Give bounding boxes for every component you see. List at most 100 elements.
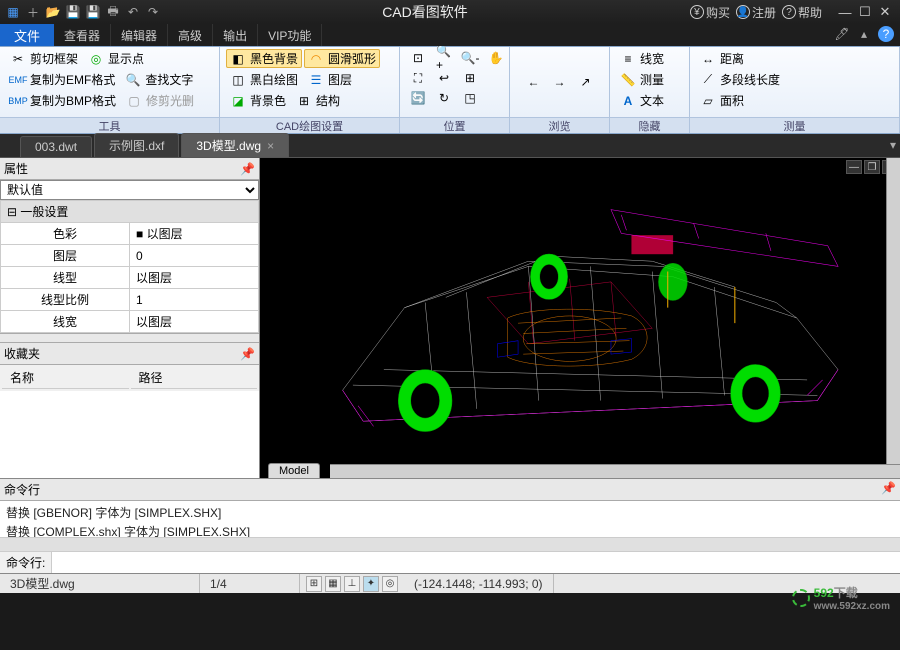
zoomall-icon: ⊞ (462, 70, 478, 86)
help-link[interactable]: ?帮助 (782, 4, 822, 21)
pin-icon[interactable]: 📌 (240, 347, 255, 361)
zoom-out-button[interactable]: 🔍- (458, 49, 482, 67)
area-button[interactable]: ▱面积 (696, 91, 893, 110)
bw-draw-button[interactable]: ◫黑白绘图 (226, 70, 302, 89)
pin-icon[interactable]: 📌 (881, 481, 896, 498)
ortho-button[interactable]: ⊥ (344, 576, 360, 592)
tab-close-icon[interactable]: × (267, 139, 274, 153)
pan-button[interactable]: ✋ (484, 49, 508, 67)
vp-minimize-icon[interactable]: — (846, 160, 862, 174)
tab-2[interactable]: 3D模型.dwg× (181, 133, 289, 157)
copy-bmp-button[interactable]: BMP复制为BMP格式 (6, 91, 120, 110)
bw-icon: ◫ (230, 72, 246, 88)
smooth-arc-button[interactable]: ◠圆滑弧形 (304, 49, 380, 68)
zoom-all-button[interactable]: ⊞ (458, 69, 482, 87)
nav-right-button[interactable]: → (548, 73, 572, 91)
polylen-icon: ⟋ (700, 72, 716, 88)
zoom-prev-button[interactable]: ↩ (432, 69, 456, 87)
text-button[interactable]: A文本 (616, 91, 683, 110)
show-point-button[interactable]: ◎显示点 (84, 49, 148, 68)
print-icon[interactable]: 🖶 (104, 3, 122, 21)
menu-output[interactable]: 输出 (213, 24, 258, 46)
close-icon[interactable]: ✕ (876, 3, 894, 21)
cmd-title: 命令行 (4, 481, 40, 498)
buy-link[interactable]: ¥购买 (690, 4, 730, 21)
minimize-icon[interactable]: — (836, 3, 854, 21)
save-icon[interactable]: 💾 (64, 3, 82, 21)
vp-restore-icon[interactable]: ❐ (864, 160, 880, 174)
pen-icon[interactable]: 🖊 (834, 26, 850, 42)
pin-icon[interactable]: 📌 (240, 162, 255, 176)
zoom-in-button[interactable]: 🔍+ (432, 49, 456, 67)
zoom-window-button[interactable]: ⊡ (406, 49, 430, 67)
navopen-icon: ↗ (578, 74, 594, 90)
viewport-scrollbar-v[interactable] (886, 158, 900, 464)
group-measure-label: 测量 (690, 117, 899, 133)
help-small-icon[interactable]: ? (878, 26, 894, 42)
polar-button[interactable]: ✦ (363, 576, 379, 592)
menu-editor[interactable]: 编辑器 (111, 24, 168, 46)
undo-icon[interactable]: ↶ (124, 3, 142, 21)
osnap-button[interactable]: ◎ (382, 576, 398, 592)
ribbon: ✂剪切框架 ◎显示点 EMF复制为EMF格式 🔍查找文字 BMP复制为BMP格式… (0, 46, 900, 134)
black-bg-button[interactable]: ◧黑色背景 (226, 49, 302, 68)
viewport[interactable]: — ❐ ✕ (260, 158, 900, 478)
titlebar: ▦ ＋ 📂 💾 💾 🖶 ↶ ↷ CAD看图软件 ¥购买 👤注册 ?帮助 — ☐ … (0, 0, 900, 24)
copy-emf-button[interactable]: EMF复制为EMF格式 (6, 70, 119, 89)
app-icon: ▦ (4, 3, 22, 21)
zoom-extents-button[interactable]: ⛶ (406, 69, 430, 87)
register-link[interactable]: 👤注册 (736, 4, 776, 21)
model-tab[interactable]: Model (268, 463, 320, 478)
rotate3d-icon: 🔄 (410, 90, 426, 106)
nav-left-button[interactable]: ← (522, 73, 546, 91)
find-text-button[interactable]: 🔍查找文字 (121, 70, 197, 89)
viewcube-button[interactable]: ◳ (458, 89, 482, 107)
zoomprev-icon: ↩ (436, 70, 452, 86)
bg-color-button[interactable]: ◪背景色 (226, 91, 290, 110)
distance-button[interactable]: ↔距离 (696, 49, 893, 68)
cmd-input[interactable] (52, 552, 900, 573)
saveas-icon[interactable]: 💾 (84, 3, 102, 21)
cmd-prompt: 命令行: (0, 552, 52, 573)
grid-button[interactable]: ▦ (325, 576, 341, 592)
menu-file[interactable]: 文件 (0, 24, 54, 46)
tab-1[interactable]: 示例图.dxf (94, 133, 179, 157)
nav-open-button[interactable]: ↗ (574, 73, 598, 91)
maximize-icon[interactable]: ☐ (856, 3, 874, 21)
polylen-button[interactable]: ⟋多段线长度 (696, 70, 893, 89)
document-tabs: 003.dwt 示例图.dxf 3D模型.dwg× ▾ (0, 134, 900, 158)
cmd-scrollbar[interactable] (0, 537, 900, 551)
redo-icon[interactable]: ↷ (144, 3, 162, 21)
tabs-dropdown-icon[interactable]: ▾ (890, 138, 896, 152)
menu-advanced[interactable]: 高级 (168, 24, 213, 46)
layers-button[interactable]: ☰图层 (304, 70, 356, 89)
open-icon[interactable]: 📂 (44, 3, 62, 21)
struct-button[interactable]: ⊞结构 (292, 91, 344, 110)
snap-button[interactable]: ⊞ (306, 576, 322, 592)
arrowleft-icon: ← (526, 74, 542, 90)
expand-icon[interactable]: ▴ (856, 26, 872, 42)
viewport-scrollbar-h[interactable] (330, 464, 900, 478)
tab-0[interactable]: 003.dwt (20, 136, 92, 157)
layers-icon: ☰ (308, 72, 324, 88)
trim-frame-button[interactable]: ✂剪切框架 (6, 49, 82, 68)
group-pos-label: 位置 (400, 117, 509, 133)
measure-button[interactable]: 📏测量 (616, 70, 683, 89)
side-panel: 属性📌 默认值 ⊟ 一般设置 色彩■ 以图层 图层0 线型以图层 线型比例1 线… (0, 158, 260, 478)
struct-icon: ⊞ (296, 93, 312, 109)
trim-light-button[interactable]: ▢修剪光删 (122, 91, 198, 110)
pan-icon: ✋ (488, 50, 504, 66)
props-default-select[interactable]: 默认值 (0, 180, 259, 200)
search-icon: 🔍 (125, 72, 141, 88)
linewidth-button[interactable]: ≡线宽 (616, 49, 683, 68)
cube-icon: ◳ (462, 90, 478, 106)
new-icon[interactable]: ＋ (24, 3, 42, 21)
fav-col-name: 名称 (2, 367, 129, 389)
zoomwin-icon: ⊡ (410, 50, 426, 66)
rotate3d-button[interactable]: 🔄 (406, 89, 430, 107)
status-file: 3D模型.dwg (0, 574, 200, 593)
menu-viewer[interactable]: 查看器 (54, 24, 111, 46)
menu-vip[interactable]: VIP功能 (258, 24, 322, 46)
status-scale: 1/4 (200, 574, 300, 593)
orbit-button[interactable]: ↻ (432, 89, 456, 107)
